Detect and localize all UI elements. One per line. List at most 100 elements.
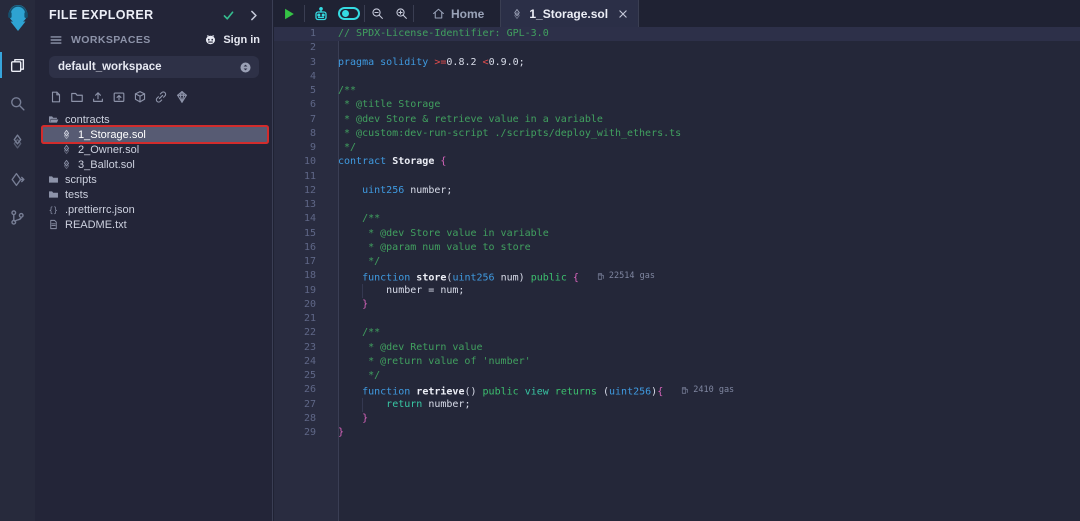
line-number: 8 [274,127,316,141]
tree-item-tests[interactable]: tests [35,187,272,202]
tree-item-prettierrc-json[interactable]: {} .prettierrc.json [35,202,272,217]
sidebar-item-deploy-run[interactable] [0,160,35,198]
deploy-icon [9,171,26,188]
line-content: } [316,298,368,312]
code-line-11[interactable]: 11 [274,170,1080,184]
clone-button[interactable] [153,89,169,105]
sidebar-item-file-explorer[interactable] [0,46,35,84]
tree-item-readme-txt[interactable]: README.txt [35,217,272,232]
tree-item-3-ballot-sol[interactable]: 3_Ballot.sol [35,157,272,172]
tree-item-2-owner-sol[interactable]: 2_Owner.sol [35,142,272,157]
line-number: 24 [274,355,316,369]
activity-bar [0,0,35,521]
ai-copilot-icon[interactable] [308,0,334,27]
sidebar-item-solidity-compiler[interactable] [0,122,35,160]
line-content: return number; [316,398,470,412]
code-line-24[interactable]: 24 * @return value of 'number' [274,355,1080,369]
upload-folder-button[interactable] [111,89,127,105]
code-line-26[interactable]: 26 function retrieve() public view retur… [274,383,1080,397]
line-number: 16 [274,241,316,255]
workspace-stepper-icon[interactable] [239,61,252,74]
remix-logo-icon[interactable] [3,2,33,34]
line-number: 19 [274,284,316,298]
code-line-6[interactable]: 6 * @title Storage [274,98,1080,112]
tab-1-storage-sol[interactable]: 1_Storage.sol [500,0,639,27]
line-content: /** [316,84,356,98]
sidebar-item-search[interactable] [0,84,35,122]
editor-tabbar: Home 1_Storage.sol [274,0,1080,27]
accept-check-icon[interactable] [222,9,235,22]
zoom-out-button[interactable] [365,0,389,27]
line-number: 20 [274,298,316,312]
svg-text:{}: {} [49,205,58,214]
code-line-14[interactable]: 14 /** [274,212,1080,226]
code-line-25[interactable]: 25 */ [274,369,1080,383]
line-number: 23 [274,341,316,355]
code-line-23[interactable]: 23 * @dev Return value [274,341,1080,355]
tree-item-label: .prettierrc.json [65,204,135,216]
code-line-22[interactable]: 22 /** [274,326,1080,340]
toolbar-separator [304,5,305,22]
code-line-15[interactable]: 15 * @dev Store value in variable [274,227,1080,241]
code-line-12[interactable]: 12 uint256 number; [274,184,1080,198]
ai-copilot-toggle[interactable] [334,0,364,27]
line-content: */ [316,141,356,155]
tree-item-label: 3_Ballot.sol [78,159,135,171]
code-line-18[interactable]: 18 function store(uint256 num) public {2… [274,269,1080,283]
code-line-8[interactable]: 8 * @custom:dev-run-script ./scripts/dep… [274,127,1080,141]
code-line-21[interactable]: 21 [274,312,1080,326]
tab-home[interactable]: Home [418,0,500,27]
run-script-button[interactable] [274,0,304,27]
workspaces-menu-icon[interactable] [49,33,63,47]
code-line-19[interactable]: 19 number = num; [274,284,1080,298]
line-content: * @param num value to store [316,241,531,255]
folder-icon [48,189,59,200]
line-content: */ [316,369,380,383]
code-line-20[interactable]: 20 } [274,298,1080,312]
new-folder-button[interactable] [69,89,85,105]
code-line-1[interactable]: 1// SPDX-License-Identifier: GPL-3.0 [274,27,1080,41]
code-line-13[interactable]: 13 [274,198,1080,212]
line-number: 17 [274,255,316,269]
line-content: /** [316,326,380,340]
line-number: 25 [274,369,316,383]
tree-item-scripts[interactable]: scripts [35,172,272,187]
code-line-27[interactable]: 27 return number; [274,398,1080,412]
zoom-in-button[interactable] [389,0,413,27]
line-content [316,70,338,84]
template-cube-button[interactable] [132,89,148,105]
code-line-28[interactable]: 28 } [274,412,1080,426]
code-line-7[interactable]: 7 * @dev Store & retrieve value in a var… [274,113,1080,127]
publish-gem-button[interactable] [174,89,190,105]
line-number: 11 [274,170,316,184]
code-line-29[interactable]: 29} [274,426,1080,440]
close-icon[interactable] [618,9,628,19]
code-line-16[interactable]: 16 * @param num value to store [274,241,1080,255]
code-line-17[interactable]: 17 */ [274,255,1080,269]
workspace-select[interactable]: default_workspace [49,56,259,78]
tree-item-label: README.txt [65,219,127,231]
sign-in-button[interactable]: Sign in [203,34,260,47]
code-editor[interactable]: 1// SPDX-License-Identifier: GPL-3.023pr… [274,27,1080,521]
code-line-9[interactable]: 9 */ [274,141,1080,155]
code-line-2[interactable]: 2 [274,41,1080,55]
line-number: 29 [274,426,316,440]
chevron-right-icon[interactable] [247,9,260,22]
workspace-selected-value: default_workspace [58,61,239,73]
panel-title: FILE EXPLORER [49,8,210,22]
line-content: uint256 number; [316,184,452,198]
upload-file-button[interactable] [90,89,106,105]
code-line-10[interactable]: 10contract Storage { [274,155,1080,169]
line-number: 28 [274,412,316,426]
line-number: 14 [274,212,316,226]
sidebar-item-git[interactable] [0,198,35,236]
tree-item-1-storage-sol[interactable]: 1_Storage.sol [43,127,267,142]
line-content: pragma solidity >=0.8.2 <0.9.0; [316,56,525,70]
code-line-5[interactable]: 5/** [274,84,1080,98]
line-number: 12 [274,184,316,198]
line-content: /** [316,212,380,226]
tree-item-contracts[interactable]: contracts [35,112,272,127]
new-file-button[interactable] [48,89,64,105]
code-line-3[interactable]: 3pragma solidity >=0.8.2 <0.9.0; [274,56,1080,70]
code-line-4[interactable]: 4 [274,70,1080,84]
